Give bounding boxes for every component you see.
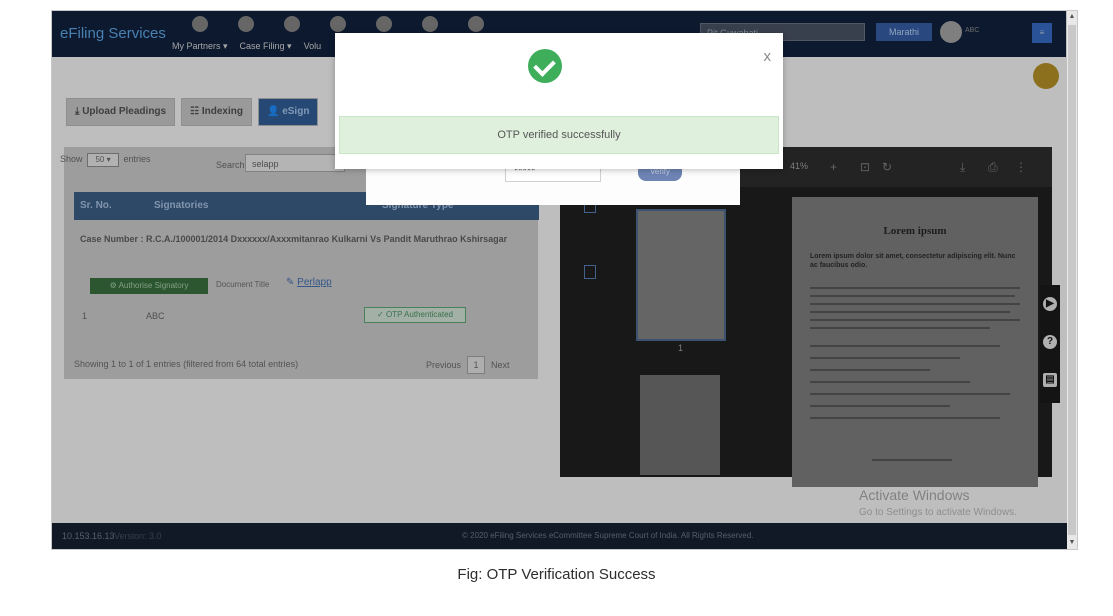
success-dialog: x OTP verified successfully (335, 33, 783, 169)
check-circle-icon (528, 49, 562, 83)
scrollbar-thumb[interactable] (1068, 25, 1076, 535)
figure-caption: Fig: OTP Verification Success (457, 566, 656, 583)
scroll-up-icon[interactable]: ▲ (1068, 12, 1076, 22)
app-screenshot: eFiling Services My Partners ▾ Case Fili… (51, 10, 1078, 550)
scroll-down-icon[interactable]: ▼ (1068, 538, 1076, 548)
vertical-scrollbar[interactable]: ▲ ▼ (1066, 11, 1077, 549)
close-icon[interactable]: x (764, 48, 772, 65)
success-alert: OTP verified successfully (339, 116, 779, 154)
